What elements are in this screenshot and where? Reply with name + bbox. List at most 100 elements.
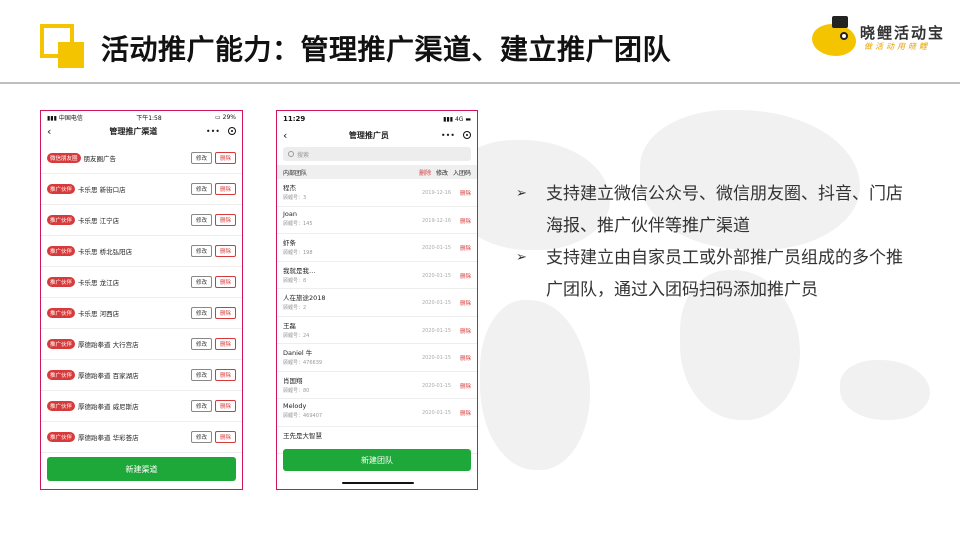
arrow-bullet-icon: ➢ xyxy=(516,186,527,201)
battery-level: 29% xyxy=(222,113,236,121)
channel-type-badge: 微信朋友圈 xyxy=(47,153,81,163)
member-row: Melody 顾鲤号：469407 2020-01-15 删除 xyxy=(277,399,477,427)
delete-button[interactable]: 删除 xyxy=(214,338,236,350)
new-channel-button[interactable]: 新建渠道 xyxy=(47,457,236,481)
member-delete-link[interactable]: 删除 xyxy=(460,189,471,197)
channel-row: 推广伙伴 卡乐思 龙江店 修改 删除 xyxy=(41,267,242,298)
member-name: Melody xyxy=(283,402,307,410)
edit-button[interactable]: 修改 xyxy=(190,183,212,195)
phone-screenshot-channels: ▮▮▮ 中国电信 下午1:58 ▭ 29% ‹ 管理推广渠道 ••• 微信朋友圈… xyxy=(40,110,243,490)
nav-bar: ‹ 管理推广员 ••• xyxy=(277,127,477,143)
search-input[interactable]: 搜索 xyxy=(283,147,471,161)
member-join-date: 2019-12-16 xyxy=(421,217,451,224)
edit-button[interactable]: 修改 xyxy=(190,338,212,350)
carrier-text: 中国电信 xyxy=(58,114,83,122)
status-bar: 11:29 ▮▮▮ 4G ▬ xyxy=(277,111,477,127)
new-team-button[interactable]: 新建团队 xyxy=(283,449,471,471)
bullet-item: ➢ 支持建立由自家员工或外部推广员组成的多个推广团队，通过入团码扫码添加推广员 xyxy=(516,242,916,306)
edit-button[interactable]: 修改 xyxy=(190,214,212,226)
eye-icon xyxy=(840,32,848,40)
status-time: 11:29 xyxy=(283,115,306,123)
delete-button[interactable]: 删除 xyxy=(214,183,236,195)
search-icon xyxy=(288,151,294,157)
channel-name: 厚德跆拳道 百家湖店 xyxy=(78,372,139,380)
fish-icon xyxy=(812,24,856,56)
edit-button[interactable]: 修改 xyxy=(190,152,212,164)
more-icon[interactable]: ••• xyxy=(441,131,455,140)
edit-button[interactable]: 修改 xyxy=(190,369,212,381)
edit-button[interactable]: 修改 xyxy=(190,307,212,319)
channel-name: 卡乐思 河西店 xyxy=(78,310,120,318)
channel-list: 微信朋友圈 朋友圈广告 修改 删除 推广伙伴 卡乐思 新街口店 修改 删除 推广伙伴 卡乐思 江宁… xyxy=(41,143,242,453)
bullet-text: 支持建立由自家员工或外部推广员组成的多个推广团队，通过入团码扫码添加推广员 xyxy=(546,248,903,300)
member-row: 王磊 顾鲤号：24 2020-01-15 删除 xyxy=(277,317,477,344)
nav-bar: ‹ 管理推广渠道 ••• xyxy=(41,123,242,139)
edit-button[interactable]: 修改 xyxy=(190,276,212,288)
background-map xyxy=(420,100,960,520)
brand-logo: 晓鲤活动宝 做活动用晓鲤 xyxy=(808,10,958,62)
member-row: 虾条 顾鲤号：198 2020-01-15 删除 xyxy=(277,234,477,262)
channel-name: 卡乐思 新街口店 xyxy=(78,186,126,194)
battery-icon: ▭ xyxy=(215,113,221,121)
member-row: 肖国翔 顾鲤号：80 2020-01-15 删除 xyxy=(277,372,477,399)
channel-row: 推广伙伴 卡乐思 河西店 修改 删除 xyxy=(41,298,242,329)
brand-tagline: 做活动用晓鲤 xyxy=(864,42,930,51)
team-header: 内部团队 删除 修改 入团码 xyxy=(277,165,477,179)
member-row: Daniel 牛顾鲤号：476639 2020-01-15 删除 xyxy=(277,344,477,372)
bullet-text: 支持建立微信公众号、微信朋友圈、抖音、门店海报、推广伙伴等推广渠道 xyxy=(546,184,903,236)
channel-row: 推广伙伴 厚德跆拳道 大行宫店 修改 删除 xyxy=(41,329,242,360)
member-delete-link[interactable]: 删除 xyxy=(460,244,471,252)
member-row: 人在旅途2018 顾鲤号：2 2020-01-15 删除 xyxy=(277,289,477,317)
delete-button[interactable]: 删除 xyxy=(214,400,236,412)
delete-button[interactable]: 删除 xyxy=(214,152,236,164)
arrow-bullet-icon: ➢ xyxy=(516,250,527,265)
team-delete-link[interactable]: 删除 xyxy=(419,170,431,177)
channel-name: 卡乐思 江宁店 xyxy=(78,217,120,225)
member-delete-link[interactable]: 删除 xyxy=(460,409,471,417)
delete-button[interactable]: 删除 xyxy=(214,431,236,443)
channel-name: 卡乐思 桥北弘阳店 xyxy=(78,248,133,256)
home-indicator xyxy=(342,482,414,484)
header-divider xyxy=(0,82,960,84)
member-join-date: 2020-01-15 xyxy=(421,300,451,306)
status-bar: ▮▮▮ 中国电信 下午1:58 ▭ 29% xyxy=(41,111,242,123)
bullet-item: ➢ 支持建立微信公众号、微信朋友圈、抖音、门店海报、推广伙伴等推广渠道 xyxy=(516,178,916,242)
channel-type-badge: 推广伙伴 xyxy=(47,370,76,380)
delete-button[interactable]: 删除 xyxy=(214,307,236,319)
feature-bullets: ➢ 支持建立微信公众号、微信朋友圈、抖音、门店海报、推广伙伴等推广渠道 ➢ 支持… xyxy=(516,178,916,306)
channel-type-badge: 推广伙伴 xyxy=(47,184,76,194)
signal-icon: ▮▮▮ xyxy=(443,115,454,123)
close-miniapp-icon[interactable] xyxy=(228,127,236,135)
delete-button[interactable]: 删除 xyxy=(214,214,236,226)
close-miniapp-icon[interactable] xyxy=(463,131,471,139)
channel-name: 朋友圈广告 xyxy=(83,155,117,163)
search-placeholder: 搜索 xyxy=(297,151,310,159)
network-type: 4G xyxy=(454,115,464,123)
team-code-link[interactable]: 入团码 xyxy=(453,170,471,177)
more-icon[interactable]: ••• xyxy=(206,127,220,136)
channel-type-badge: 推广伙伴 xyxy=(47,308,76,318)
edit-button[interactable]: 修改 xyxy=(190,245,212,257)
back-icon[interactable]: ‹ xyxy=(47,125,61,138)
edit-button[interactable]: 修改 xyxy=(190,400,212,412)
member-name: Joan xyxy=(283,209,297,218)
channel-type-badge: 推广伙伴 xyxy=(47,401,76,411)
delete-button[interactable]: 删除 xyxy=(214,276,236,288)
back-icon[interactable]: ‹ xyxy=(283,129,297,142)
delete-button[interactable]: 删除 xyxy=(214,369,236,381)
delete-button[interactable]: 删除 xyxy=(214,245,236,257)
member-delete-link[interactable]: 删除 xyxy=(460,382,471,390)
edit-button[interactable]: 修改 xyxy=(190,431,212,443)
member-delete-link[interactable]: 删除 xyxy=(460,327,471,335)
channel-row: 推广伙伴 厚德跆拳道 百家湖店 修改 删除 xyxy=(41,360,242,391)
channel-name: 厚德跆拳道 华彩荟店 xyxy=(78,434,139,442)
member-delete-link[interactable]: 删除 xyxy=(460,354,471,362)
team-edit-link[interactable]: 修改 xyxy=(436,170,448,177)
member-name: 王先是大智慧 xyxy=(283,431,322,440)
member-delete-link[interactable]: 删除 xyxy=(460,217,471,225)
channel-type-badge: 推广伙伴 xyxy=(47,277,76,287)
channel-row: 推广伙伴 厚德跆拳道 华彩荟店 修改 删除 xyxy=(41,422,242,453)
member-delete-link[interactable]: 删除 xyxy=(460,272,471,280)
member-join-date: 2020-01-15 xyxy=(421,355,451,361)
member-delete-link[interactable]: 删除 xyxy=(460,299,471,307)
